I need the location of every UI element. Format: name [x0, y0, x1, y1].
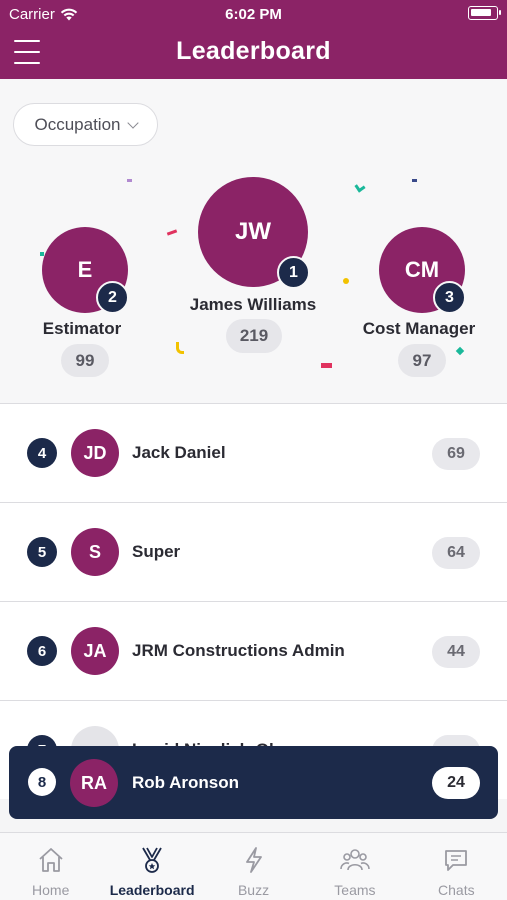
member-name: JRM Constructions Admin — [132, 641, 345, 660]
rank-number: 1 — [289, 263, 298, 281]
first-place-score: 219 — [226, 319, 282, 353]
avatar: JA — [71, 627, 119, 675]
current-user-row[interactable]: 8 RA Rob Aronson 24 — [9, 746, 498, 819]
people-icon — [340, 849, 370, 871]
bottom-tab-bar: Home Leaderboard Buzz Teams Chats — [0, 832, 507, 900]
tab-label: Buzz — [237, 882, 270, 898]
score-pill: 64 — [432, 537, 480, 569]
confetti-piece — [321, 363, 332, 368]
second-place-score: 99 — [61, 344, 109, 377]
avatar-initials: JW — [235, 218, 271, 245]
member-name: Jack Daniel — [132, 443, 226, 462]
third-place-score: 97 — [398, 344, 446, 377]
tab-leaderboard[interactable]: Leaderboard — [101, 833, 202, 900]
rank-badge: 8 — [28, 768, 56, 796]
score-pill: 44 — [432, 636, 480, 668]
top-app-bar: Carrier 6:02 PM Leaderboard — [0, 0, 507, 79]
list-item[interactable]: 5 S Super 64 — [0, 502, 507, 601]
status-bar: Carrier 6:02 PM — [0, 0, 507, 28]
confetti-piece — [354, 181, 366, 193]
confetti-piece — [127, 179, 132, 182]
tab-label: Home — [32, 882, 70, 898]
avatar: RA — [70, 759, 118, 807]
member-name: Rob Aronson — [132, 773, 240, 792]
member-name: Super — [132, 542, 181, 561]
list-item[interactable]: 6 JA JRM Constructions Admin 44 — [0, 601, 507, 700]
podium-section: Occupation JW 1 James Williams 219 E 2 E… — [0, 79, 507, 403]
filter-label: Occupation — [34, 114, 121, 134]
chat-bubble-icon — [445, 850, 468, 871]
confetti-piece — [166, 229, 178, 236]
leaderboard-list: 4 JD Jack Daniel 69 5 S Super 64 6 JA JR… — [0, 403, 507, 799]
list-item[interactable]: 4 JD Jack Daniel 69 — [0, 403, 507, 502]
score-pill: 69 — [432, 438, 480, 470]
tab-label: Chats — [438, 882, 475, 898]
confetti-piece — [176, 342, 184, 354]
status-time: 6:02 PM — [225, 6, 282, 23]
tab-teams[interactable]: Teams — [304, 833, 405, 900]
confetti-piece — [412, 179, 417, 182]
battery-icon — [468, 6, 501, 20]
page-title: Leaderboard — [176, 37, 331, 65]
tab-label: Teams — [334, 882, 376, 898]
rank-number: 2 — [108, 288, 117, 306]
rank-badge: 1 — [277, 256, 310, 289]
rank-badge: 6 — [27, 636, 57, 666]
confetti-piece — [343, 278, 349, 284]
confetti-piece — [455, 346, 465, 356]
home-icon — [39, 848, 63, 872]
third-place-name: Cost Manager — [362, 319, 476, 338]
rank-badge: 5 — [27, 537, 57, 567]
rank-badge: 2 — [96, 281, 129, 314]
rank-badge: 3 — [433, 281, 466, 314]
occupation-filter-dropdown[interactable]: Occupation — [13, 103, 158, 146]
score-pill: 24 — [432, 767, 480, 799]
medal-icon — [142, 847, 162, 873]
lightning-icon — [245, 847, 262, 873]
tab-home[interactable]: Home — [0, 833, 101, 900]
avatar-initials: E — [77, 257, 93, 282]
tab-buzz[interactable]: Buzz — [203, 833, 304, 900]
avatar-initials: CM — [404, 257, 440, 282]
tab-chats[interactable]: Chats — [406, 833, 507, 900]
tab-label: Leaderboard — [109, 882, 195, 898]
second-place-name: Estimator — [42, 319, 122, 338]
avatar: JD — [71, 429, 119, 477]
avatar: S — [71, 528, 119, 576]
chevron-down-icon — [126, 116, 139, 129]
first-place-name: James Williams — [189, 295, 317, 314]
rank-badge: 4 — [27, 438, 57, 468]
rank-number: 3 — [445, 288, 454, 306]
